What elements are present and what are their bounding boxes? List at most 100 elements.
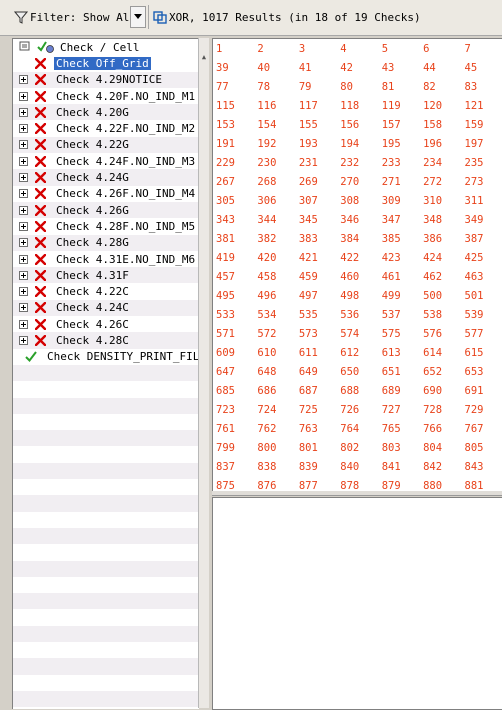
result-cell[interactable]: 44 [420, 58, 461, 77]
result-cell[interactable]: 121 [462, 96, 502, 115]
expand-icon[interactable] [19, 221, 28, 231]
result-cell[interactable]: 273 [462, 172, 502, 191]
filter-button[interactable]: Filter: Show All [14, 7, 136, 27]
result-cell[interactable]: 804 [420, 438, 461, 457]
result-cell[interactable]: 7 [462, 39, 502, 58]
expand-icon[interactable] [19, 205, 28, 215]
result-cell[interactable]: 651 [379, 362, 420, 381]
expand-icon[interactable] [19, 287, 28, 297]
result-cell[interactable]: 267 [213, 172, 254, 191]
result-cell[interactable]: 499 [379, 286, 420, 305]
expand-icon[interactable] [19, 140, 28, 150]
result-cell[interactable]: 195 [379, 134, 420, 153]
result-cell[interactable]: 81 [379, 77, 420, 96]
result-cell[interactable]: 687 [296, 381, 337, 400]
result-cell[interactable]: 159 [462, 115, 502, 134]
result-cell[interactable]: 725 [296, 400, 337, 419]
result-cell[interactable]: 839 [296, 457, 337, 476]
result-cell[interactable]: 537 [379, 305, 420, 324]
result-cell[interactable]: 686 [254, 381, 295, 400]
result-cell[interactable]: 191 [213, 134, 254, 153]
result-cell[interactable]: 83 [462, 77, 502, 96]
result-cell[interactable]: 343 [213, 210, 254, 229]
result-cell[interactable]: 120 [420, 96, 461, 115]
result-cell[interactable]: 40 [254, 58, 295, 77]
result-cell[interactable]: 1 [213, 39, 254, 58]
result-cell[interactable]: 115 [213, 96, 254, 115]
tree-row[interactable]: Check 4.26F.NO_IND_M4 [13, 186, 199, 202]
result-cell[interactable]: 346 [337, 210, 378, 229]
tree-row[interactable]: Check 4.22C [13, 283, 199, 299]
expand-icon[interactable] [19, 124, 28, 134]
result-cell[interactable]: 612 [337, 343, 378, 362]
expand-icon[interactable] [19, 75, 28, 85]
result-cell[interactable]: 423 [379, 248, 420, 267]
result-cell[interactable]: 425 [462, 248, 502, 267]
result-cell[interactable]: 386 [420, 229, 461, 248]
result-cell[interactable]: 764 [337, 419, 378, 438]
result-cell[interactable]: 843 [462, 457, 502, 476]
tree-row[interactable]: Check 4.31E.NO_IND_M6 [13, 251, 199, 267]
result-cell[interactable]: 462 [420, 267, 461, 286]
result-cell[interactable]: 728 [420, 400, 461, 419]
result-cell[interactable]: 762 [254, 419, 295, 438]
tree-row[interactable]: Check 4.26C [13, 316, 199, 332]
result-cell[interactable]: 82 [420, 77, 461, 96]
result-cell[interactable]: 459 [296, 267, 337, 286]
result-cell[interactable]: 2 [254, 39, 295, 58]
result-cell[interactable]: 422 [337, 248, 378, 267]
result-cell[interactable]: 538 [420, 305, 461, 324]
result-cell[interactable]: 310 [420, 191, 461, 210]
result-cell[interactable]: 457 [213, 267, 254, 286]
result-cell[interactable]: 41 [296, 58, 337, 77]
result-cell[interactable]: 501 [462, 286, 502, 305]
tree-row[interactable]: Check DENSITY_PRINT_FIL [13, 349, 199, 365]
result-cell[interactable]: 688 [337, 381, 378, 400]
result-cell[interactable]: 500 [420, 286, 461, 305]
tree-row[interactable]: Check 4.24C [13, 299, 199, 317]
result-cell[interactable]: 574 [337, 324, 378, 343]
result-cell[interactable]: 311 [462, 191, 502, 210]
result-cell[interactable]: 232 [337, 153, 378, 172]
tree-row[interactable]: Check 4.28F.NO_IND_M5 [13, 218, 199, 234]
result-cell[interactable]: 539 [462, 305, 502, 324]
result-cell[interactable]: 271 [379, 172, 420, 191]
tree-row[interactable]: Check 4.24F.NO_IND_M3 [13, 153, 199, 169]
result-cell[interactable]: 689 [379, 381, 420, 400]
check-tree[interactable]: Check / Cell Check Off_Grid Check 4.29NOT… [12, 38, 199, 709]
xor-results-summary[interactable]: XOR, 1017 Results (in 18 of 19 Checks) [153, 7, 421, 27]
result-cell[interactable]: 533 [213, 305, 254, 324]
tree-scrollbar[interactable]: ▲ [198, 38, 209, 708]
result-cell[interactable]: 572 [254, 324, 295, 343]
result-cell[interactable]: 648 [254, 362, 295, 381]
expand-icon[interactable] [19, 254, 28, 264]
expand-icon[interactable] [19, 173, 28, 183]
result-cell[interactable]: 649 [296, 362, 337, 381]
result-cell[interactable]: 344 [254, 210, 295, 229]
expand-icon[interactable] [19, 303, 28, 313]
result-cell[interactable]: 6 [420, 39, 461, 58]
result-cell[interactable]: 577 [462, 324, 502, 343]
result-cell[interactable]: 4 [337, 39, 378, 58]
tree-row[interactable]: Check 4.31F [13, 267, 199, 284]
result-cell[interactable]: 458 [254, 267, 295, 286]
expand-icon[interactable] [19, 91, 28, 101]
result-cell[interactable]: 117 [296, 96, 337, 115]
tree-row[interactable]: Check 4.26G [13, 201, 199, 219]
result-cell[interactable]: 647 [213, 362, 254, 381]
result-cell[interactable]: 192 [254, 134, 295, 153]
tree-row[interactable]: Check 4.22G [13, 136, 199, 154]
result-cell[interactable]: 535 [296, 305, 337, 324]
tree-row[interactable]: Check 4.28C [13, 332, 199, 349]
result-cell[interactable]: 309 [379, 191, 420, 210]
result-cell[interactable]: 348 [420, 210, 461, 229]
result-cell[interactable]: 42 [337, 58, 378, 77]
result-cell[interactable]: 460 [337, 267, 378, 286]
result-cell[interactable]: 116 [254, 96, 295, 115]
result-cell[interactable]: 840 [337, 457, 378, 476]
result-cell[interactable]: 576 [420, 324, 461, 343]
result-cell[interactable]: 78 [254, 77, 295, 96]
result-cell[interactable]: 726 [337, 400, 378, 419]
result-cell[interactable]: 424 [420, 248, 461, 267]
result-cell[interactable]: 268 [254, 172, 295, 191]
